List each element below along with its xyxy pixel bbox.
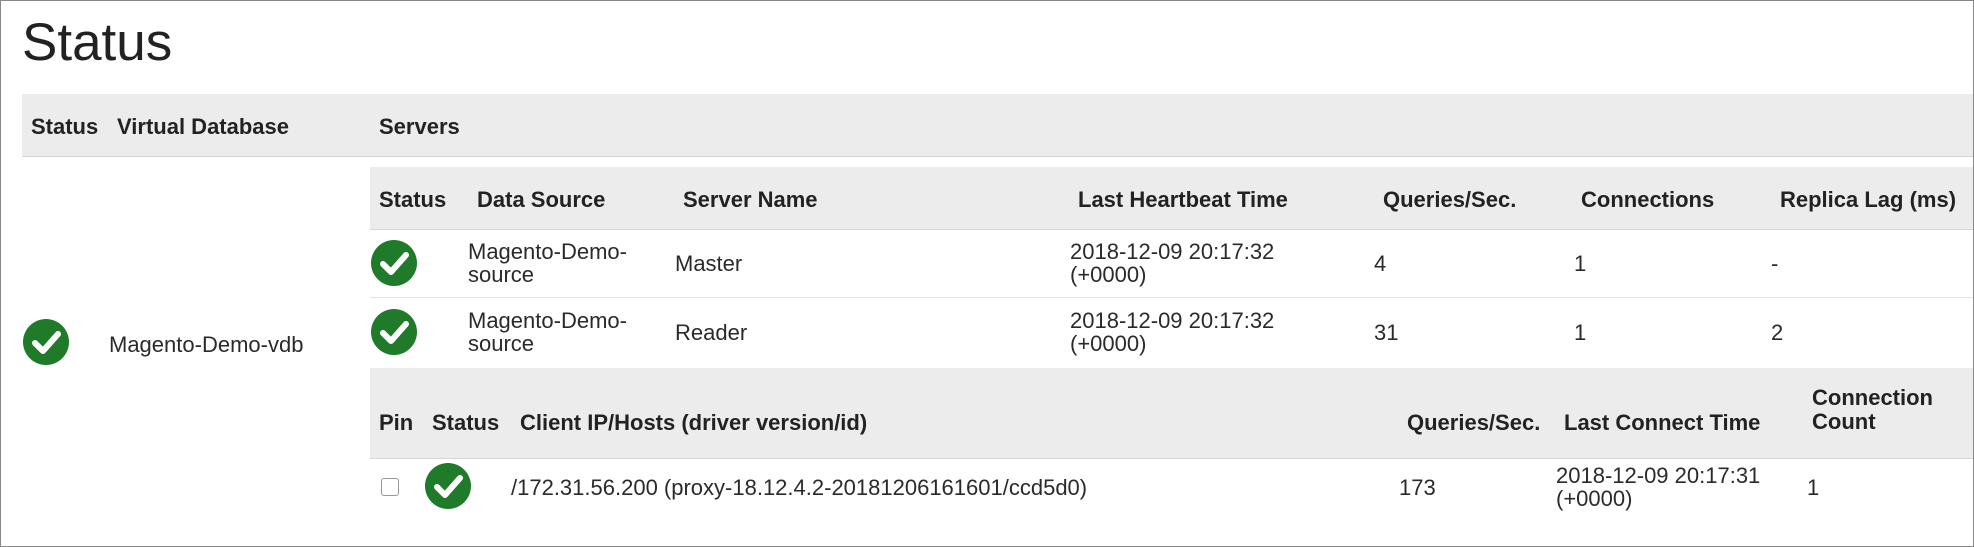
servers-header-connections: Connections [1581,187,1715,212]
server-heartbeat-line1: 2018-12-09 20:17:32 [1070,308,1275,333]
clients-header-last-connect: Last Connect Time [1564,410,1761,435]
server-data-source-line2: source [468,262,535,287]
page-title: Status [22,13,173,72]
server-connections: 1 [1574,251,1587,276]
header-servers: Servers [379,114,460,139]
clients-header-conn-count-line1: Connection [1812,385,1933,410]
server-heartbeat-line2: (+0000) [1070,262,1147,287]
server-connections: 1 [1574,320,1587,345]
clients-header-queries: Queries/Sec. [1407,410,1541,435]
servers-header-server-name: Server Name [683,187,818,212]
client-address: /172.31.56.200 (proxy-18.12.4.2-20181206… [511,475,1088,500]
servers-table-header: Status Data Source Server Name Last Hear… [370,167,1973,230]
server-data-source-line1: Magento-Demo- [468,308,627,333]
row-divider [370,297,1973,298]
server-heartbeat-line1: 2018-12-09 20:17:32 [1070,239,1275,264]
clients-table-header: Pin Status Client IP/Hosts (driver versi… [370,368,1973,459]
servers-header-replica-lag: Replica Lag (ms) [1780,187,1957,212]
servers-header-status: Status [379,187,447,212]
server-data-source-line2: source [468,331,535,356]
client-conn-count: 1 [1807,475,1820,500]
check-circle-icon [371,240,417,286]
server-data-source-line1: Magento-Demo- [468,239,627,264]
server-replica-lag: - [1771,251,1779,276]
header-status: Status [31,114,99,139]
header-virtual-database: Virtual Database [117,114,290,139]
check-circle-icon [425,463,471,509]
clients-header-status: Status [432,410,500,435]
server-name: Master [675,251,743,276]
servers-header-data-source: Data Source [477,187,606,212]
clients-header-pin: Pin [379,410,414,435]
check-circle-icon [23,319,69,365]
check-circle-icon [371,309,417,355]
server-replica-lag: 2 [1771,320,1784,345]
outer-table-header: Status Virtual Database Servers [22,94,1973,157]
server-queries: 4 [1374,251,1387,276]
servers-header-queries: Queries/Sec. [1383,187,1517,212]
servers-header-last-heartbeat: Last Heartbeat Time [1078,187,1288,212]
status-panel: Status Status Virtual Database Servers M… [0,0,1974,547]
client-last-connect-line2: (+0000) [1556,486,1633,511]
server-heartbeat-line2: (+0000) [1070,331,1147,356]
client-queries: 173 [1399,475,1436,500]
pin-checkbox[interactable] [381,478,399,496]
server-queries: 31 [1374,320,1399,345]
virtual-database-name: Magento-Demo-vdb [109,332,304,357]
clients-header-client: Client IP/Hosts (driver version/id) [520,410,868,435]
client-last-connect-line1: 2018-12-09 20:17:31 [1556,463,1761,488]
server-name: Reader [675,320,748,345]
clients-header-conn-count-line2: Count [1812,409,1876,434]
